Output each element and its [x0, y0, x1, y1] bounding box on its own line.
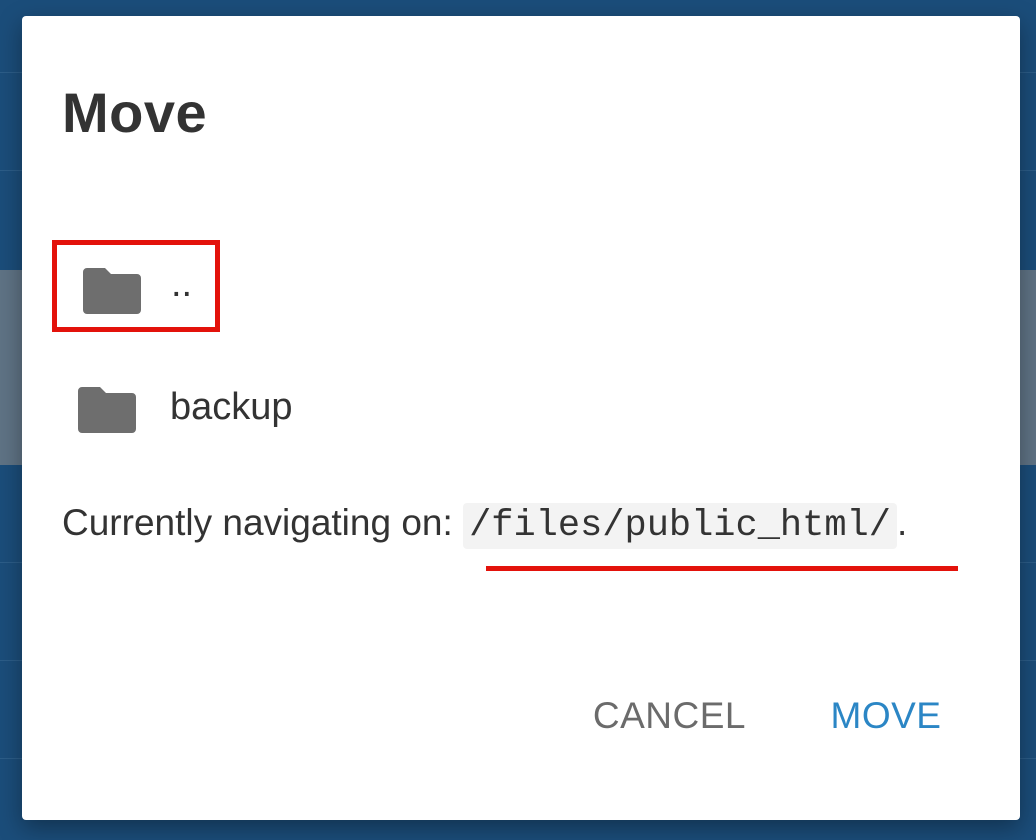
folder-item-label: .. [171, 263, 193, 305]
folder-item-parent[interactable]: .. [52, 240, 220, 332]
folder-item-label: backup [170, 386, 293, 428]
dialog-title: Move [62, 81, 208, 144]
cancel-button[interactable]: CANCEL [587, 695, 752, 737]
path-highlight-underline [486, 566, 958, 571]
current-path: /files/public_html/ [463, 503, 897, 549]
folder-icon [78, 387, 136, 433]
folder-icon [83, 268, 141, 314]
current-path-status: Currently navigating on: /files/public_h… [62, 502, 908, 549]
status-suffix: . [896, 502, 908, 543]
move-dialog: Move .. backup Currently navigating on: … [22, 16, 1020, 820]
status-prefix: Currently navigating on: [62, 502, 464, 543]
move-button[interactable]: MOVE [792, 664, 980, 768]
folder-list: .. backup [52, 240, 652, 454]
dialog-actions: CANCEL MOVE [587, 664, 980, 768]
folder-item-backup[interactable]: backup [52, 364, 312, 454]
